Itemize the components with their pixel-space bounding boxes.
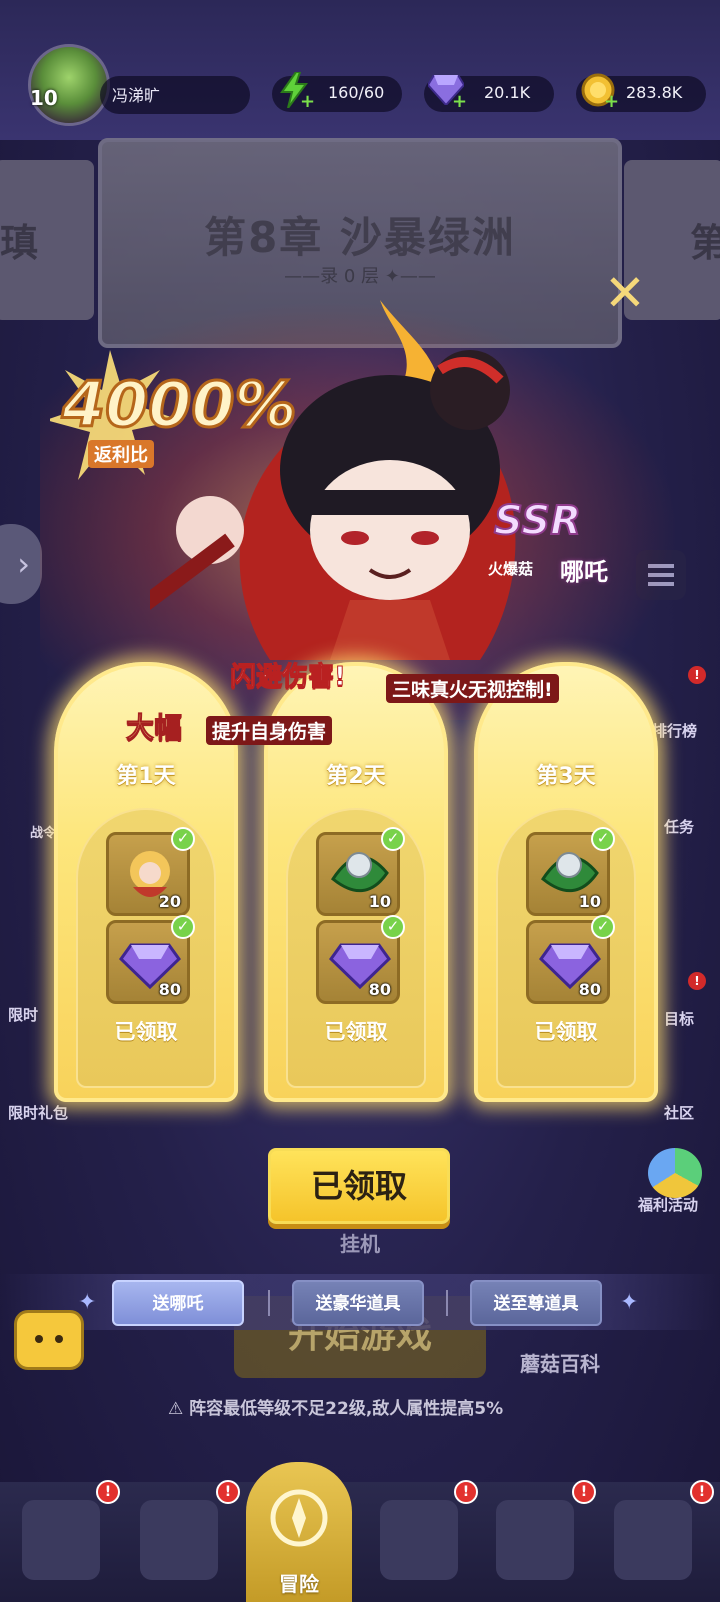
hero-name: 哪吒 [560,558,608,586]
rarity-badge: SSR [493,497,582,545]
tab-divider [446,1290,448,1316]
hero-class: 火爆菇 [488,560,534,578]
reward-item[interactable]: 10 ✓ [316,827,405,916]
rebate-ratio: 4000% [61,367,299,443]
day-label: 第3天 [536,764,596,789]
item-count: 80 [578,980,601,999]
reward-item[interactable]: 80 ✓ [526,915,615,1004]
reward-item[interactable]: 80 ✓ [106,915,195,1004]
chevron-right-icon[interactable]: › [0,524,42,604]
side-label-community: 社区 [664,1104,695,1122]
checkmark-icon: ✓ [171,915,195,939]
feature-text-1: 三味真火无视控制! [386,674,559,703]
notification-dot: ! [688,972,706,990]
coin-plus-icon[interactable]: + [604,93,620,111]
player-name: 冯涕旷 [112,86,161,105]
tab-send-deluxe[interactable]: 送豪华道具 [292,1280,424,1326]
close-icon[interactable]: ✕ [600,268,650,318]
tab-divider [268,1290,270,1316]
claimed-status: 已领取 [534,1020,598,1044]
castle-icon[interactable] [380,1500,458,1580]
chapter-right-title: 第 [690,221,720,265]
item-count: 80 [368,980,391,999]
feature-text-2: 提升自身伤害 [206,716,333,745]
chapter-title: 第8章 沙暴绿洲 [204,213,516,262]
lineup-warning-text: 阵容最低等级不足22级,敌人属性提高5% [189,1399,504,1419]
checkmark-icon: ✓ [381,915,405,939]
reward-card-day3: 第3天 10 ✓ 80 ✓ 已领取 [474,662,658,1102]
rebate-ratio-label: 返利比 [88,440,154,468]
tab-send-supreme[interactable]: 送至尊道具 [470,1280,602,1326]
side-label-task: 任务 [664,818,695,836]
coin-value: 283.8K [626,83,683,102]
idle-label: 挂机 [340,1232,380,1256]
energy-value: 160/60 [328,83,385,102]
item-count: 80 [158,980,181,999]
sparkle-icon: ✦ [78,1290,97,1315]
claimed-status: 已领取 [324,1020,388,1044]
item-count: 10 [368,892,391,911]
player-level: 10 [30,86,58,110]
player-avatar[interactable] [28,44,110,126]
notification-dot: ! [688,666,706,684]
lineup-warning: ⚠ 阵容最低等级不足22级,敌人属性提高5% [168,1394,503,1419]
chapter-left-title: 瑱 [0,221,39,265]
side-label-limited: 限时 [8,1006,39,1024]
side-label-battlepass: 战令 [30,826,57,841]
gem-plus-icon[interactable]: + [452,93,468,111]
feature-highlight-2: 大幅 [125,711,183,745]
checkmark-icon: ✓ [171,827,195,851]
encyclopedia-label[interactable]: 蘑菇百科 [520,1348,600,1377]
side-label-limited-pack: 限时礼包 [8,1104,69,1122]
reward-item[interactable]: 20 ✓ [106,827,195,916]
notification-dot: ! [690,1480,714,1504]
sparkle-icon: ✦ [620,1290,639,1315]
checkmark-icon: ✓ [591,915,615,939]
gem-value: 20.1K [484,83,531,102]
feature-highlight-1: 闪避伤害! [230,662,347,693]
welfare-icon[interactable] [648,1148,702,1198]
side-label-welfare[interactable]: 福利活动 [638,1194,698,1215]
tab-send-nezha[interactable]: 送哪吒 [112,1280,244,1326]
gem-icon: + [426,70,468,111]
energy-plus-icon[interactable]: + [300,93,316,111]
side-label-goal: 目标 [664,1010,695,1028]
checkmark-icon: ✓ [381,827,405,851]
notification-dot: ! [454,1480,478,1504]
item-count: 10 [578,892,601,911]
item-count: 20 [158,892,181,911]
reward-item[interactable]: 80 ✓ [316,915,405,1004]
warning-icon: ⚠ [168,1399,190,1419]
cards-icon[interactable] [22,1500,100,1580]
chapter-subtitle: ——录 0 层 ✦—— [284,266,436,287]
checkmark-icon: ✓ [591,827,615,851]
guild-banner-icon[interactable] [614,1500,692,1580]
notification-dot: ! [572,1480,596,1504]
notification-dot: ! [96,1480,120,1504]
claim-button[interactable]: 已领取 [268,1148,450,1224]
day-label: 第2天 [326,764,386,789]
day-label: 第1天 [116,764,176,789]
lightning-icon: + [274,70,316,111]
chat-bubble-icon[interactable] [14,1310,84,1370]
claimed-status: 已领取 [114,1020,178,1044]
coin-icon: + [578,70,620,111]
side-label-ranking: 排行榜 [652,722,698,740]
mushroom-icon[interactable] [496,1500,574,1580]
reward-item[interactable]: 10 ✓ [526,827,615,916]
adventure-label: 冒险 [279,1572,319,1596]
notification-dot: ! [216,1480,240,1504]
heroes-icon[interactable] [140,1500,218,1580]
